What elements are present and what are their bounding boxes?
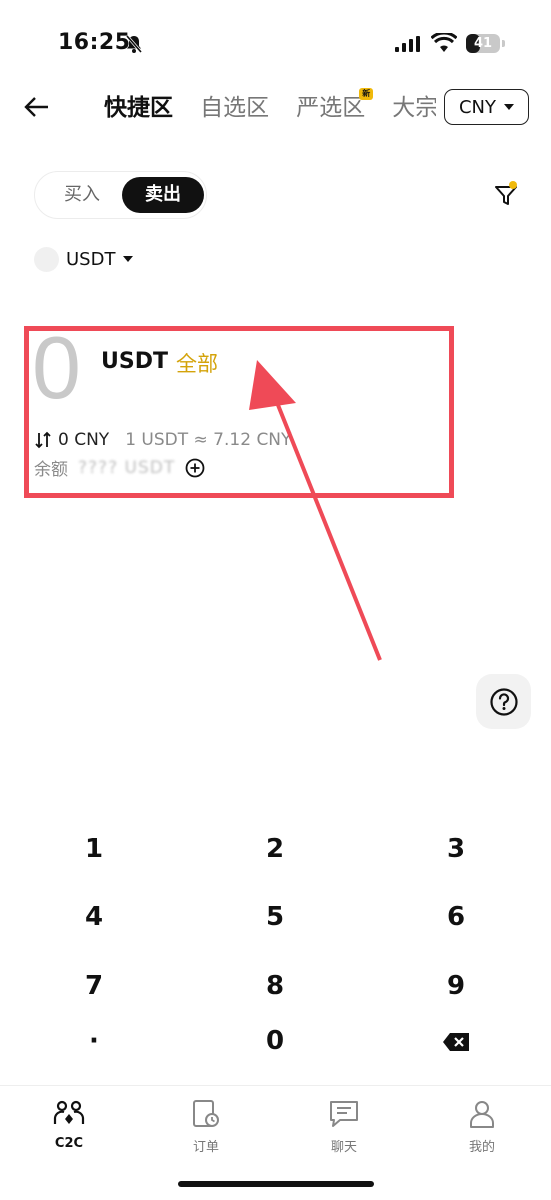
caret-down-icon [123,256,134,262]
caret-down-icon [504,104,515,110]
key-1[interactable]: 1 [39,821,149,877]
key-3[interactable]: 3 [401,821,511,877]
profile-icon [470,1101,494,1128]
tab-label: 快捷区 [104,95,173,121]
key-8[interactable]: 8 [220,958,330,1014]
key-0[interactable]: 0 [220,1013,330,1069]
key-4[interactable]: 4 [39,889,149,945]
key-9[interactable]: 9 [401,958,511,1014]
bell-off-icon [125,35,143,53]
help-icon [489,687,518,716]
key-7[interactable]: 7 [39,958,149,1014]
battery-icon: 41 [466,34,500,53]
numeric-keypad: 1 2 3 4 5 6 7 8 9 · 0 [0,815,551,1075]
signal-icon [395,36,420,52]
battery-level: 41 [473,36,493,51]
nav-label: 聊天 [330,1140,357,1155]
coin-select[interactable]: USDT [34,245,134,273]
filter-active-dot [509,181,517,189]
annotation-highlight-box [24,326,454,498]
buy-sell-toggle: 买入 卖出 [34,171,207,219]
status-time: 16:25 [58,30,131,55]
currency-select[interactable]: CNY [444,89,529,125]
currency-label: CNY [458,96,497,118]
chat-icon [330,1101,358,1127]
wifi-icon [431,33,457,52]
key-6[interactable]: 6 [401,889,511,945]
orders-icon [193,1100,219,1127]
home-indicator [178,1181,374,1187]
tab-label: 严选区 [296,95,366,121]
tab-label: 大宗 [392,95,436,121]
back-arrow-icon[interactable] [22,92,52,122]
tab-label: 自选区 [200,95,270,121]
coin-symbol: USDT [66,248,116,270]
buy-button[interactable]: 买入 [47,172,117,218]
key-decimal[interactable]: · [39,1013,149,1069]
nav-item-c2c[interactable]: C2C [24,1096,114,1151]
market-tabs: 快捷区 自选区 严选区新 大宗 [104,88,436,128]
coin-icon [34,246,59,272]
tab-selected-zone[interactable]: 严选区新 [296,88,374,128]
tab-bulk-zone[interactable]: 大宗 [392,88,436,128]
backspace-icon [443,1032,469,1051]
battery-tip [502,40,505,47]
tab-quick-zone[interactable]: 快捷区 [104,88,173,128]
key-backspace[interactable] [401,1013,511,1069]
status-bar: 16:25 41 [0,0,551,80]
c2c-icon [53,1100,85,1124]
tab-watchlist-zone[interactable]: 自选区 [200,88,269,128]
nav-item-orders[interactable]: 订单 [161,1096,251,1155]
new-badge: 新 [359,88,374,100]
nav-label: C2C [54,1136,84,1151]
key-5[interactable]: 5 [220,889,330,945]
key-2[interactable]: 2 [220,821,330,877]
nav-item-profile[interactable]: 我的 [437,1096,527,1155]
nav-item-chat[interactable]: 聊天 [299,1096,389,1155]
nav-label: 订单 [192,1140,219,1155]
nav-label: 我的 [468,1140,495,1155]
sell-button[interactable]: 卖出 [122,177,204,213]
help-button[interactable] [476,674,531,729]
